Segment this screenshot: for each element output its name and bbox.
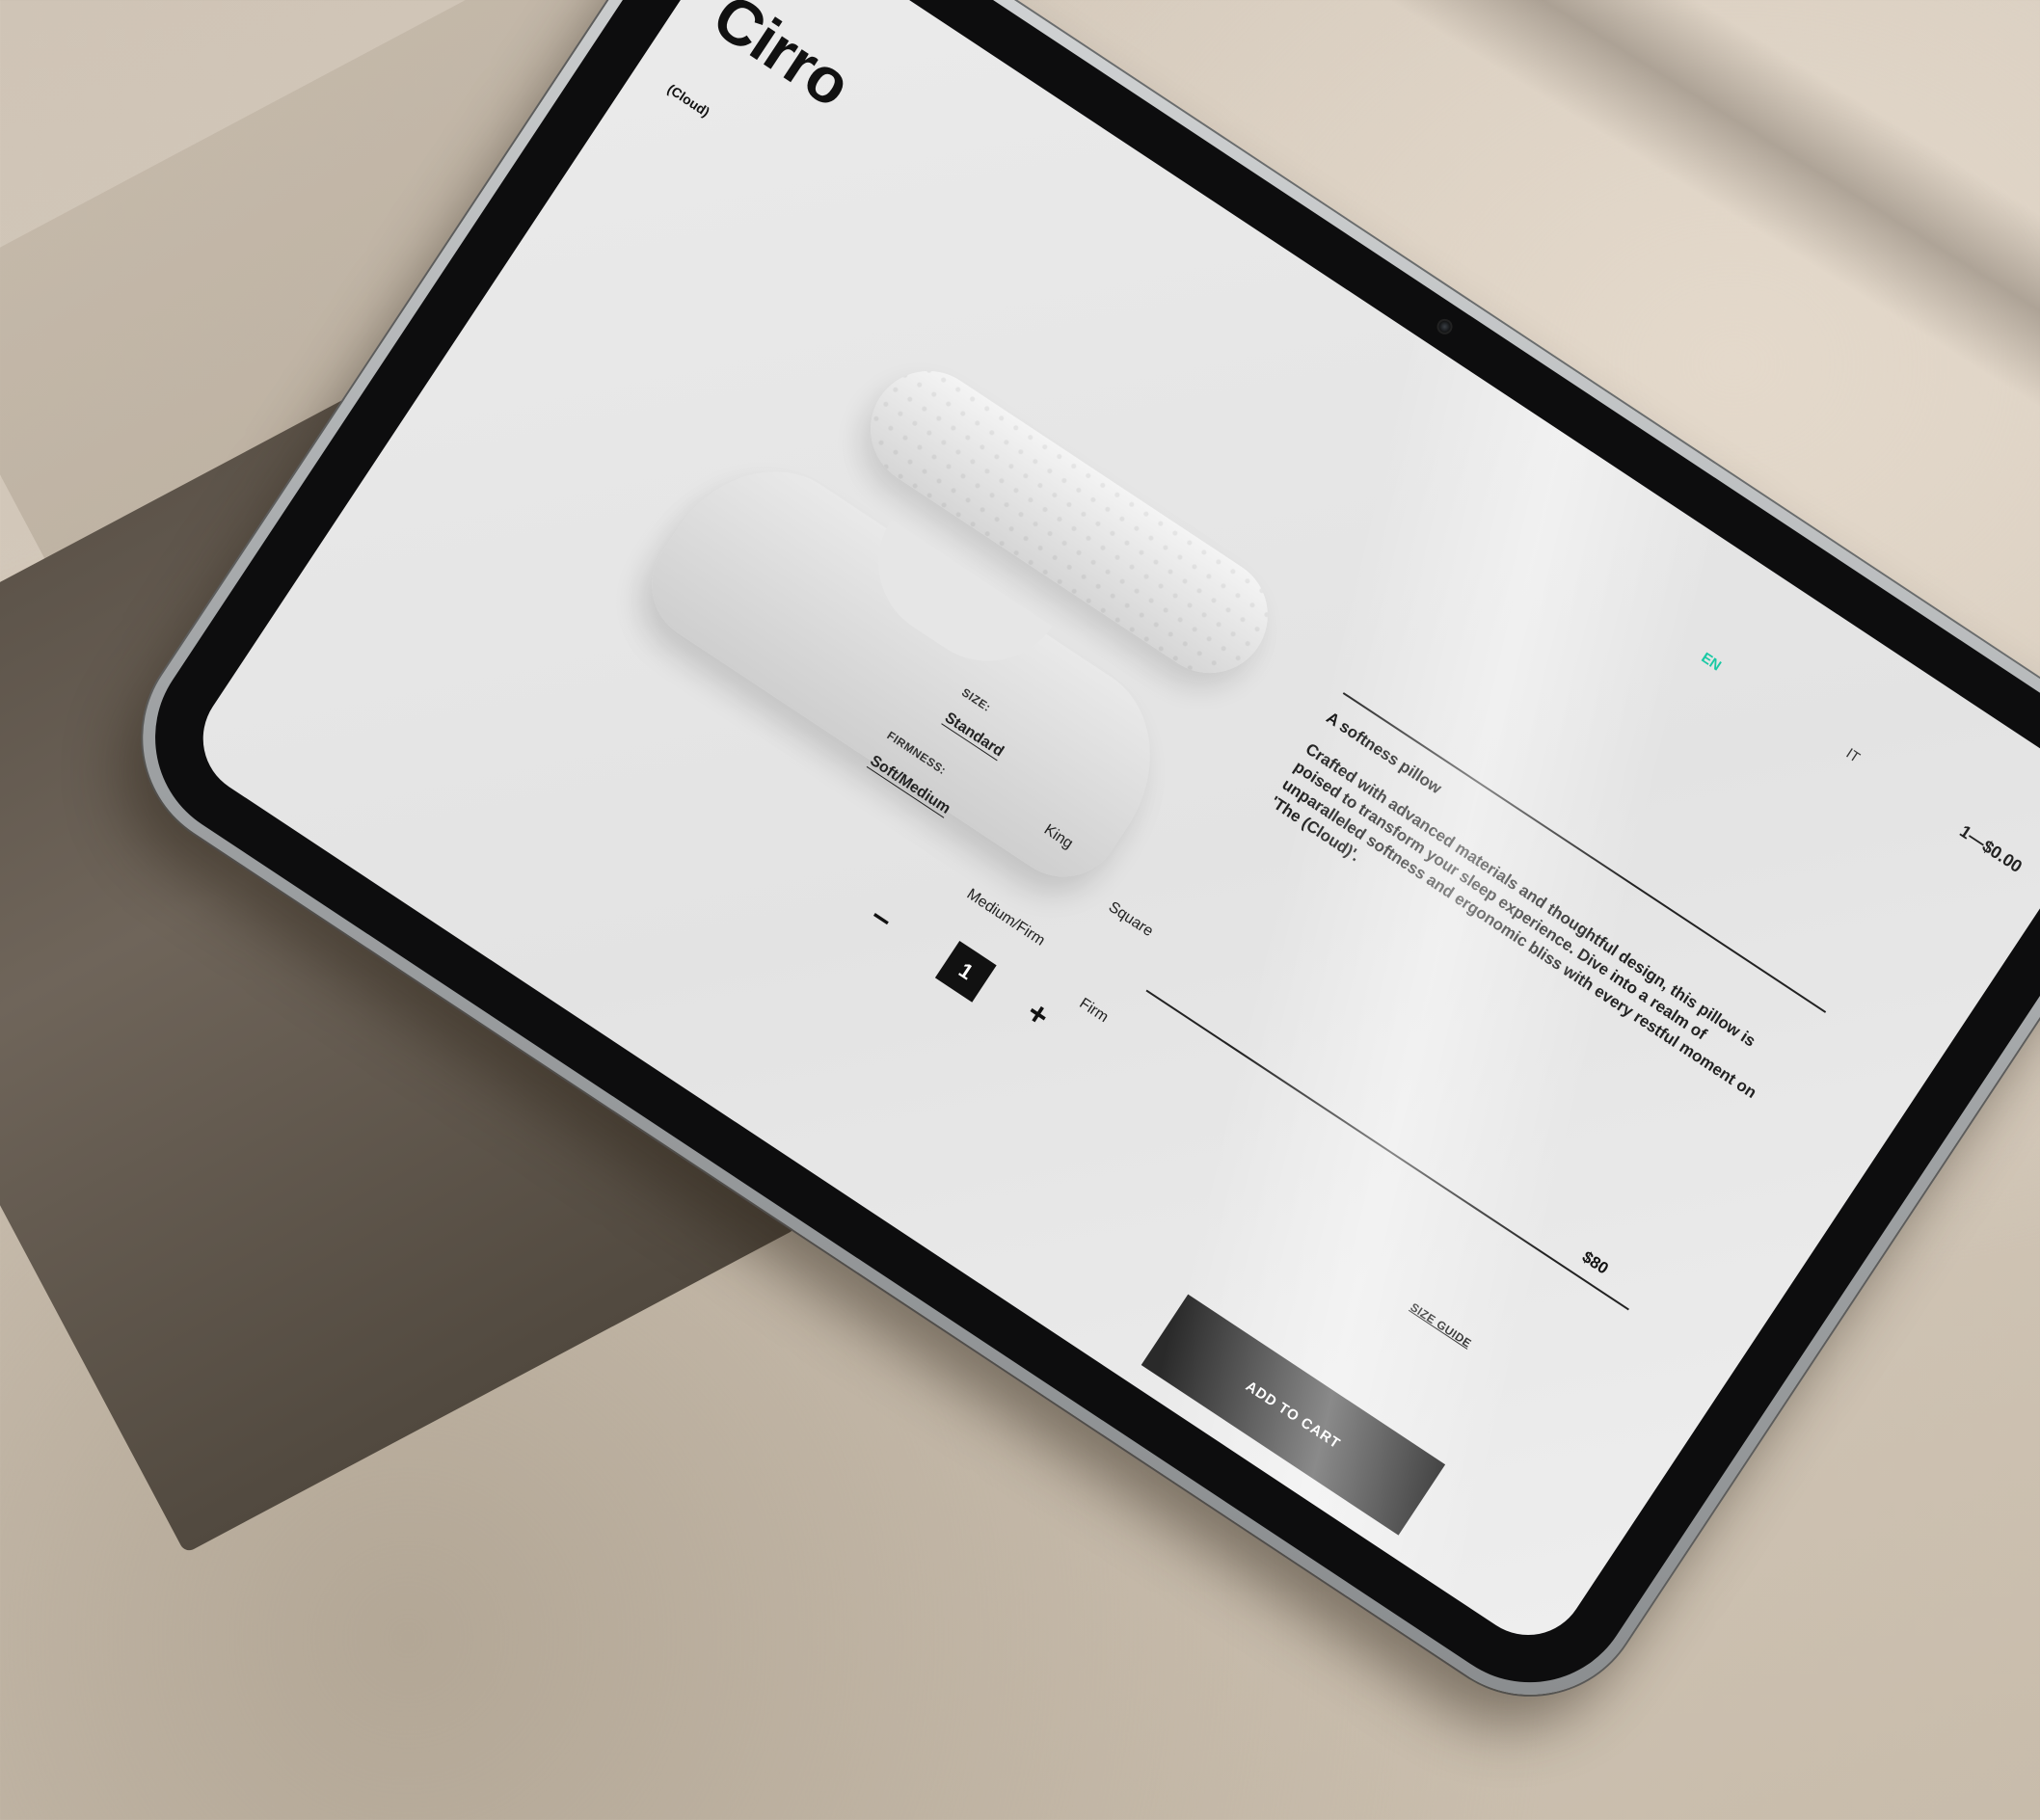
product-description-text: Crafted with advanced materials and thou… [1267, 739, 1760, 1103]
quantity-increase-button[interactable]: + [1019, 994, 1057, 1035]
cart-summary[interactable]: 1—$0.00 [1956, 821, 2026, 877]
add-to-cart-button[interactable]: ADD TO CART [1141, 1294, 1446, 1536]
camera-icon [1434, 315, 1456, 337]
brand-subtitle: (Cloud) [664, 80, 713, 120]
divider [1145, 989, 1629, 1311]
firmness-option-firm[interactable]: Firm [1076, 995, 1111, 1027]
brand-logo[interactable]: Cirro [701, 0, 864, 121]
firmness-option-medium-firm[interactable]: Medium/Firm [963, 886, 1048, 950]
product-price: $80 [1578, 1247, 1612, 1278]
quantity-value[interactable]: 1 [934, 940, 997, 1003]
language-en[interactable]: EN [1699, 650, 1725, 675]
product-description: A softness pillow Crafted with advanced … [1266, 692, 1827, 1130]
language-it[interactable]: IT [1843, 745, 1864, 766]
product-page: Cirro (Cloud) EN IT 1—$0.00 A softness p… [180, 0, 2040, 1658]
size-guide-link[interactable]: SIZE GUIDE [1408, 1300, 1474, 1351]
quantity-decrease-button[interactable]: – [864, 897, 900, 938]
size-option-square[interactable]: Square [1105, 898, 1156, 940]
